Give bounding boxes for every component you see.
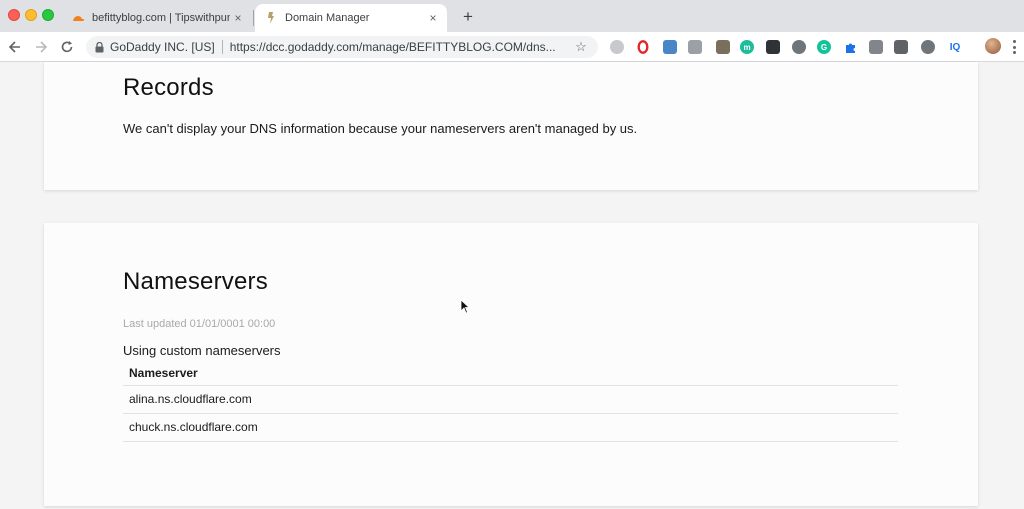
url-text[interactable]: https://dcc.godaddy.com/manage/BEFITTYBL… bbox=[230, 40, 572, 54]
close-tab-icon[interactable]: × bbox=[425, 11, 441, 25]
nameservers-title: Nameservers bbox=[123, 268, 268, 295]
site-identity: GoDaddy INC. [US] bbox=[110, 40, 215, 54]
records-title: Records bbox=[123, 74, 214, 101]
forward-arrow-icon[interactable] bbox=[31, 37, 51, 57]
nameserver-mode-text: Using custom nameservers bbox=[123, 343, 281, 358]
browser-toolbar: GoDaddy INC. [US] https://dcc.godaddy.co… bbox=[0, 32, 1024, 62]
maximize-window-button[interactable] bbox=[42, 9, 54, 21]
table-row: alina.ns.cloudflare.com bbox=[123, 385, 898, 414]
tab-befittyblog[interactable]: befittyblog.com | Tipswithpunc × bbox=[62, 4, 252, 32]
back-arrow-icon[interactable] bbox=[5, 37, 25, 57]
extension-grid-icon[interactable] bbox=[688, 40, 702, 54]
reload-icon[interactable] bbox=[57, 37, 77, 57]
address-bar[interactable]: GoDaddy INC. [US] https://dcc.godaddy.co… bbox=[86, 36, 598, 58]
cloudflare-icon bbox=[70, 10, 86, 26]
extension-dark-icon[interactable] bbox=[766, 40, 780, 54]
records-message: We can't display your DNS information be… bbox=[123, 121, 638, 136]
address-divider bbox=[221, 40, 223, 54]
table-row: chuck.ns.cloudflare.com bbox=[123, 413, 898, 442]
close-window-button[interactable] bbox=[8, 9, 20, 21]
extension-window-icon[interactable] bbox=[663, 40, 677, 54]
browser-tab-bar: befittyblog.com | Tipswithpunc × Domain … bbox=[0, 0, 1024, 32]
table-header-row: Nameserver bbox=[123, 362, 898, 386]
lock-icon[interactable] bbox=[95, 41, 104, 53]
close-tab-icon[interactable]: × bbox=[230, 11, 246, 25]
nameserver-value: chuck.ns.cloudflare.com bbox=[123, 413, 898, 442]
extension-badge-icon[interactable] bbox=[716, 40, 730, 54]
godaddy-icon bbox=[263, 10, 279, 26]
profile-avatar[interactable] bbox=[985, 38, 1001, 54]
nameserver-value: alina.ns.cloudflare.com bbox=[123, 385, 898, 414]
nameserver-table: Nameserver alina.ns.cloudflare.com chuck… bbox=[123, 362, 898, 442]
puzzle-icon[interactable] bbox=[843, 40, 857, 54]
camera-icon[interactable] bbox=[869, 40, 883, 54]
minimize-window-button[interactable] bbox=[25, 9, 37, 21]
nameservers-card: Nameservers Last updated 01/01/0001 00:0… bbox=[44, 223, 978, 506]
tab-title: Domain Manager bbox=[285, 12, 370, 24]
extension-arrow-icon[interactable] bbox=[894, 40, 908, 54]
opera-icon[interactable] bbox=[636, 40, 650, 54]
last-updated-text: Last updated 01/01/0001 00:00 bbox=[123, 318, 276, 330]
tab-domain-manager[interactable]: Domain Manager × bbox=[255, 4, 447, 32]
grammarly-icon[interactable]: G bbox=[817, 40, 831, 54]
chrome-menu-icon[interactable] bbox=[1011, 38, 1017, 56]
tab-title: befittyblog.com | Tipswithpunc bbox=[92, 12, 230, 24]
records-card: Records We can't display your DNS inform… bbox=[44, 62, 978, 190]
tab-separator bbox=[253, 10, 254, 26]
extension-m-icon[interactable]: m bbox=[740, 40, 754, 54]
iq-icon[interactable]: IQ bbox=[946, 40, 964, 54]
extension-fox-icon[interactable] bbox=[921, 40, 935, 54]
extension-gray-icon[interactable] bbox=[610, 40, 624, 54]
new-tab-button[interactable]: + bbox=[458, 6, 478, 28]
bookmark-star-icon[interactable]: ☆ bbox=[572, 39, 590, 55]
nameserver-column-header: Nameserver bbox=[123, 362, 898, 386]
extension-download-icon[interactable] bbox=[792, 40, 806, 54]
mouse-cursor-icon bbox=[460, 299, 471, 319]
